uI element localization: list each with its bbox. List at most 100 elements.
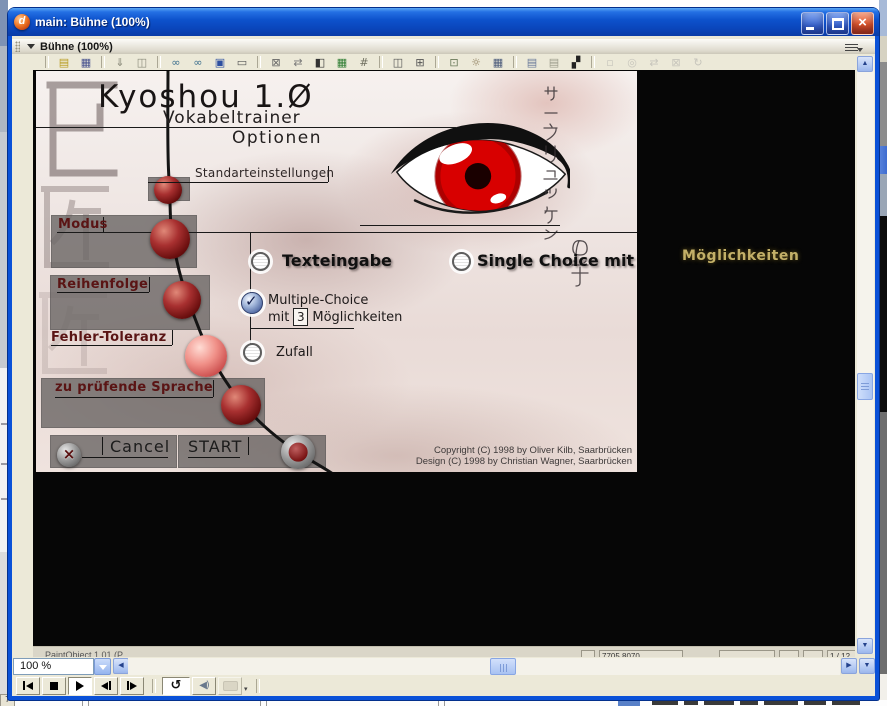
desktop-fragment-right <box>879 146 887 174</box>
radio-texteingabe-label[interactable]: Texteingabe <box>282 251 392 270</box>
transport-separator <box>152 679 156 693</box>
stop-button[interactable] <box>42 677 66 695</box>
vertical-scroll-thumb[interactable] <box>857 373 873 400</box>
wand-icon[interactable]: ☼ <box>468 56 484 69</box>
panel-title: Bühne (100%) <box>40 41 113 53</box>
label-modus[interactable]: Modus <box>58 217 108 232</box>
rewind-button[interactable] <box>16 677 40 695</box>
label-standarteinstellungen[interactable]: Standarteinstellungen <box>195 166 334 180</box>
toolbar-separator <box>157 56 161 68</box>
swap-cast-icon: ⇄ <box>646 56 662 69</box>
horizontal-scroll-track[interactable] <box>128 658 840 675</box>
cancel-button-label[interactable]: Cancel <box>110 437 170 456</box>
zoom-level-field[interactable]: 100 % <box>13 658 94 675</box>
step-forward-button[interactable] <box>120 677 144 695</box>
script-icon[interactable]: ▤ <box>524 56 540 69</box>
image-cursor-icon[interactable]: ⊡ <box>446 56 462 69</box>
registration-point-icon[interactable]: # <box>356 56 372 69</box>
desktop-fragment-right <box>879 36 887 62</box>
start-button-label[interactable]: START <box>188 437 242 456</box>
scroll-down-button[interactable]: ▼ <box>857 638 873 654</box>
radio-multiple-choice-checked[interactable] <box>241 292 263 314</box>
stack-boxes-icon[interactable]: ◫ <box>390 56 406 69</box>
label-sprache[interactable]: zu prüfende Sprache <box>55 380 213 395</box>
under-eye-line <box>360 225 560 226</box>
desktop-fragment-right <box>879 412 887 674</box>
radio-single-choice-label[interactable]: Single Choice mit <box>477 251 634 270</box>
panel-menu-icon[interactable] <box>845 42 859 52</box>
toolbar-separator <box>591 56 595 68</box>
count-input[interactable]: 3 <box>293 308 308 326</box>
radio-single-choice[interactable] <box>452 252 471 271</box>
step-back-button[interactable] <box>94 677 118 695</box>
play-button[interactable] <box>68 677 92 695</box>
exchange-icon[interactable]: ⇄ <box>290 56 306 69</box>
remove-frame-icon: ⊠ <box>668 56 684 69</box>
window-title: main: Bühne (100%) <box>35 15 150 29</box>
no-fill-icon[interactable]: ⊠ <box>268 56 284 69</box>
sphere-button-defaults[interactable] <box>154 176 182 204</box>
maximize-button[interactable] <box>826 12 849 35</box>
sphere-button-start[interactable] <box>281 435 315 469</box>
import-icon[interactable]: ⇓ <box>112 56 128 69</box>
horizontal-scroll-thumb[interactable] <box>490 658 516 675</box>
preview-2-icon[interactable]: ∞ <box>190 56 206 69</box>
text-field-icon[interactable]: ▭ <box>234 56 250 69</box>
collapse-arrow-icon[interactable] <box>27 44 35 49</box>
fill-half-icon[interactable]: ◧ <box>312 56 328 69</box>
capture-icon <box>223 681 238 691</box>
scroll-up-button[interactable]: ▲ <box>857 56 873 72</box>
volume-options-caret-icon[interactable]: ▾ <box>244 685 248 693</box>
loop-button[interactable] <box>162 677 190 695</box>
duplicate-icon[interactable]: ◫ <box>134 56 150 69</box>
minimize-button[interactable] <box>801 12 824 35</box>
radio-zufall-label[interactable]: Zufall <box>276 345 313 360</box>
radio-multiple-choice-label[interactable]: Multiple-Choice <box>268 293 368 308</box>
radio-texteingabe[interactable] <box>251 252 270 271</box>
capture-button <box>218 677 242 695</box>
publish-icon[interactable]: ▣ <box>212 56 228 69</box>
desktop-fragment-left <box>0 368 8 552</box>
sphere-button-reihenfolge[interactable] <box>163 281 201 319</box>
window-body: Bühne (100%) ▤▦⇓◫∞∞▣▭⊠⇄◧▦#◫⊞⊡☼▦▤▤▞▫◎⇄⊠↻ … <box>12 36 875 696</box>
label-fehler-toleranz[interactable]: Fehler-Toleranz <box>51 330 166 345</box>
toolbar-gripper <box>45 56 49 68</box>
corner-scroll-down-button[interactable]: ▼ <box>859 658 875 674</box>
scroll-left-button[interactable]: ◀ <box>113 658 129 674</box>
preview-1-icon[interactable]: ∞ <box>168 56 184 69</box>
zoom-scroll-row: 100 % ◀ ▶ ▼ <box>12 657 875 676</box>
scroll-right-button[interactable]: ▶ <box>841 658 857 674</box>
bracket-line <box>57 232 637 233</box>
panel-gripper-icon[interactable] <box>15 41 20 52</box>
stage-left-margin <box>12 70 33 646</box>
new-movie-icon[interactable]: ▤ <box>56 56 72 69</box>
radio-zufall[interactable] <box>243 343 262 362</box>
desktop-fragment-left <box>0 552 8 695</box>
desktop-fragment-right <box>879 216 887 412</box>
label-reihenfolge[interactable]: Reihenfolge <box>57 277 148 292</box>
toolbar-separator <box>513 56 517 68</box>
text-tool-icon[interactable]: ▞ <box>568 56 584 69</box>
sphere-button-sprache[interactable] <box>221 385 261 425</box>
window-titlebar[interactable]: d main: Bühne (100%) <box>8 8 879 36</box>
script-alt-icon[interactable]: ▤ <box>546 56 562 69</box>
save-icon[interactable]: ▦ <box>78 56 94 69</box>
close-button[interactable] <box>851 12 874 35</box>
desktop-fragment-right <box>879 174 887 216</box>
vertical-scrollbar[interactable]: ▲ ▼ <box>857 56 874 654</box>
desktop-fragment-left <box>0 0 8 46</box>
sphere-button-cancel[interactable]: × <box>57 443 81 467</box>
sphere-button-fehlertoleranz[interactable] <box>185 335 227 377</box>
add-frame-icon[interactable]: ⊞ <box>412 56 428 69</box>
zoom-dropdown-button[interactable] <box>94 658 111 675</box>
score-grid-icon[interactable]: ▦ <box>490 56 506 69</box>
color-palette-icon[interactable]: ▦ <box>334 56 350 69</box>
stage-window: d main: Bühne (100%) Bühne (100%) ▤ ▦ ⇓ ◫ ∞ ∞… <box>8 8 879 700</box>
sphere-button-modus[interactable] <box>150 219 190 259</box>
volume-button[interactable] <box>192 677 216 695</box>
behavior-icon: ▫ <box>602 56 618 69</box>
sprite-overlay-icon: ◎ <box>624 56 640 69</box>
stage-workarea: 巨匠 <box>12 70 875 646</box>
copyright-line-1: Copyright (C) 1998 by Oliver Kilb, Saarb… <box>336 445 632 456</box>
toolbar: ▤▦⇓◫∞∞▣▭⊠⇄◧▦#◫⊞⊡☼▦▤▤▞▫◎⇄⊠↻ <box>12 54 875 70</box>
